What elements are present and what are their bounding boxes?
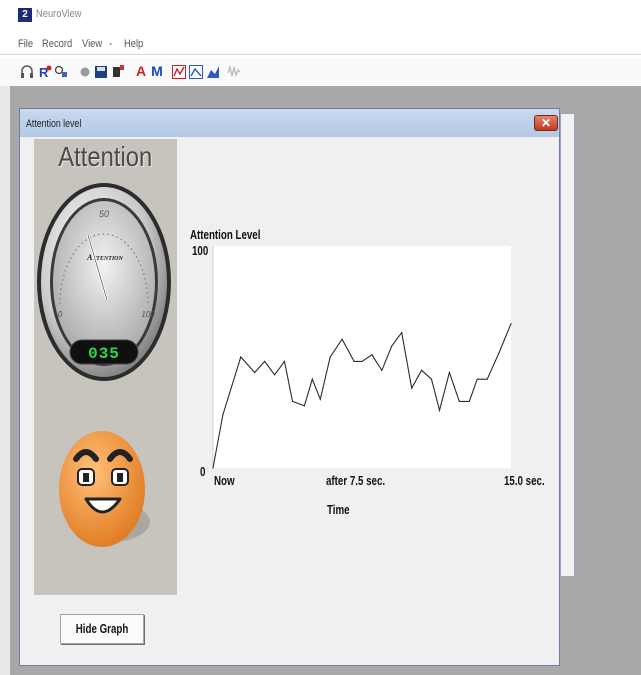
data-point bbox=[468, 400, 470, 402]
close-button[interactable]: ✕ bbox=[534, 115, 558, 131]
app-icon: 2 bbox=[18, 8, 32, 22]
menubar: File Record View - Help bbox=[0, 34, 641, 55]
data-point bbox=[329, 356, 331, 358]
x-tick-label-now: Now bbox=[214, 473, 235, 488]
data-point bbox=[353, 360, 355, 363]
dialog-titlebar[interactable]: Attention level ✕ bbox=[20, 109, 559, 137]
data-point bbox=[401, 331, 403, 334]
data-point bbox=[264, 360, 266, 363]
gauge-panel: Attention 50 0 100 Attention 035 bbox=[34, 139, 177, 595]
data-point bbox=[498, 351, 500, 354]
data-point bbox=[319, 398, 321, 400]
data-point bbox=[458, 400, 460, 402]
waveform-icon[interactable] bbox=[227, 64, 241, 79]
device-icon[interactable] bbox=[111, 64, 125, 79]
data-point bbox=[476, 378, 478, 380]
record-settings-icon[interactable]: R bbox=[38, 64, 52, 79]
meditation-toolbar-button[interactable]: M bbox=[150, 64, 164, 79]
gauge-scale-max: 100 bbox=[141, 310, 155, 319]
data-point bbox=[381, 369, 383, 371]
app-title: NeuroView bbox=[36, 8, 82, 20]
menu-help[interactable]: Help bbox=[124, 38, 143, 50]
data-point bbox=[303, 405, 305, 407]
line-chart-red-icon[interactable] bbox=[172, 64, 186, 79]
data-point bbox=[421, 369, 423, 371]
data-point bbox=[430, 378, 433, 380]
gauge-dial-label: Attention bbox=[86, 253, 123, 262]
menu-view[interactable]: View bbox=[82, 38, 102, 50]
data-point bbox=[212, 467, 214, 469]
y-min-label: 0 bbox=[200, 464, 206, 479]
menu-separator: - bbox=[109, 38, 113, 50]
y-max-label: 100 bbox=[192, 243, 209, 258]
data-point bbox=[486, 378, 488, 380]
gauge-scale-mid: 50 bbox=[99, 209, 109, 219]
data-point bbox=[361, 360, 363, 363]
menu-file[interactable]: File bbox=[18, 38, 33, 50]
x-axis-title: Time bbox=[327, 502, 350, 517]
data-point bbox=[371, 354, 373, 356]
data-point bbox=[291, 400, 294, 402]
data-point bbox=[273, 374, 276, 376]
data-point bbox=[222, 414, 224, 416]
x-tick-label-mid: after 7.5 sec. bbox=[326, 473, 386, 488]
gauge-scale-min: 0 bbox=[58, 310, 63, 319]
menu-record[interactable]: Record bbox=[42, 38, 72, 50]
plot-area bbox=[213, 246, 511, 468]
data-point bbox=[311, 378, 313, 380]
gauge-heading: Attention bbox=[58, 141, 153, 172]
data-point bbox=[240, 356, 242, 358]
attention-line-chart bbox=[212, 246, 512, 469]
data-point bbox=[283, 360, 286, 363]
save-icon[interactable] bbox=[94, 64, 108, 79]
area-chart-icon[interactable] bbox=[206, 64, 220, 79]
hide-graph-button[interactable]: Hide Graph bbox=[60, 614, 144, 644]
data-point bbox=[448, 371, 451, 374]
toolbar: R A M bbox=[0, 58, 641, 87]
data-point bbox=[254, 371, 256, 374]
app-titlebar: 2 NeuroView bbox=[0, 0, 641, 28]
attention-gauge: 50 0 100 Attention 035 bbox=[37, 183, 171, 381]
attention-dialog: Attention level ✕ Attention 50 0 100 Att… bbox=[19, 108, 560, 666]
data-point bbox=[341, 338, 343, 340]
data-point bbox=[438, 409, 441, 411]
dialog-title: Attention level bbox=[26, 118, 82, 130]
connect-icon[interactable] bbox=[54, 64, 68, 79]
data-point bbox=[510, 323, 512, 325]
gauge-readout: 035 bbox=[88, 345, 120, 363]
attention-toolbar-button[interactable]: A bbox=[134, 64, 148, 79]
data-point bbox=[391, 345, 393, 347]
background-window bbox=[560, 113, 575, 577]
headset-icon[interactable] bbox=[20, 64, 34, 79]
record-dot-icon[interactable] bbox=[78, 64, 92, 79]
data-point bbox=[411, 387, 413, 389]
line-chart-blue-icon[interactable] bbox=[189, 64, 203, 79]
happy-face-icon bbox=[59, 431, 150, 547]
x-tick-label-end: 15.0 sec. bbox=[504, 473, 545, 488]
